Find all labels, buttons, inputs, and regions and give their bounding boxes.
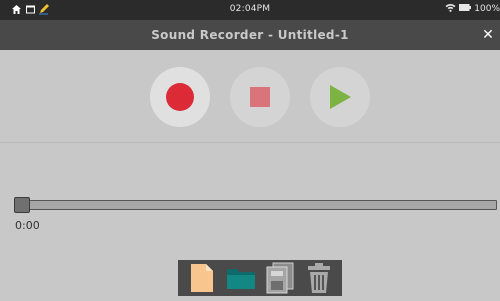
play-icon [330, 85, 351, 109]
battery-level: 100% [474, 4, 500, 14]
file-toolbar [178, 260, 342, 296]
close-button[interactable]: ✕ [481, 27, 495, 43]
open-folder-button[interactable] [226, 261, 256, 295]
playback-time: 0:00 [15, 219, 40, 232]
new-file-icon [190, 264, 213, 292]
window-title: Sound Recorder - Untitled-1 [151, 28, 349, 42]
status-right: 100% [445, 3, 500, 15]
delete-button[interactable] [304, 261, 334, 295]
record-icon [166, 83, 194, 111]
save-button[interactable] [265, 261, 295, 295]
trash-icon [307, 263, 330, 293]
status-bar: 02:04PM 100% [0, 0, 500, 20]
playback-slider-thumb[interactable] [14, 197, 30, 213]
battery-icon [459, 4, 472, 14]
status-time: 02:04PM [229, 4, 271, 14]
divider [0, 142, 500, 143]
save-icon [266, 262, 293, 294]
wifi-icon [445, 3, 456, 15]
stop-icon [250, 87, 270, 107]
title-bar: Sound Recorder - Untitled-1 ✕ [0, 20, 500, 50]
play-button[interactable] [310, 67, 370, 127]
playback-slider-track[interactable] [22, 200, 497, 210]
stop-button[interactable] [230, 67, 290, 127]
record-button[interactable] [150, 67, 210, 127]
transport-controls [0, 50, 500, 142]
open-folder-icon [226, 269, 255, 289]
new-file-button[interactable] [187, 261, 217, 295]
